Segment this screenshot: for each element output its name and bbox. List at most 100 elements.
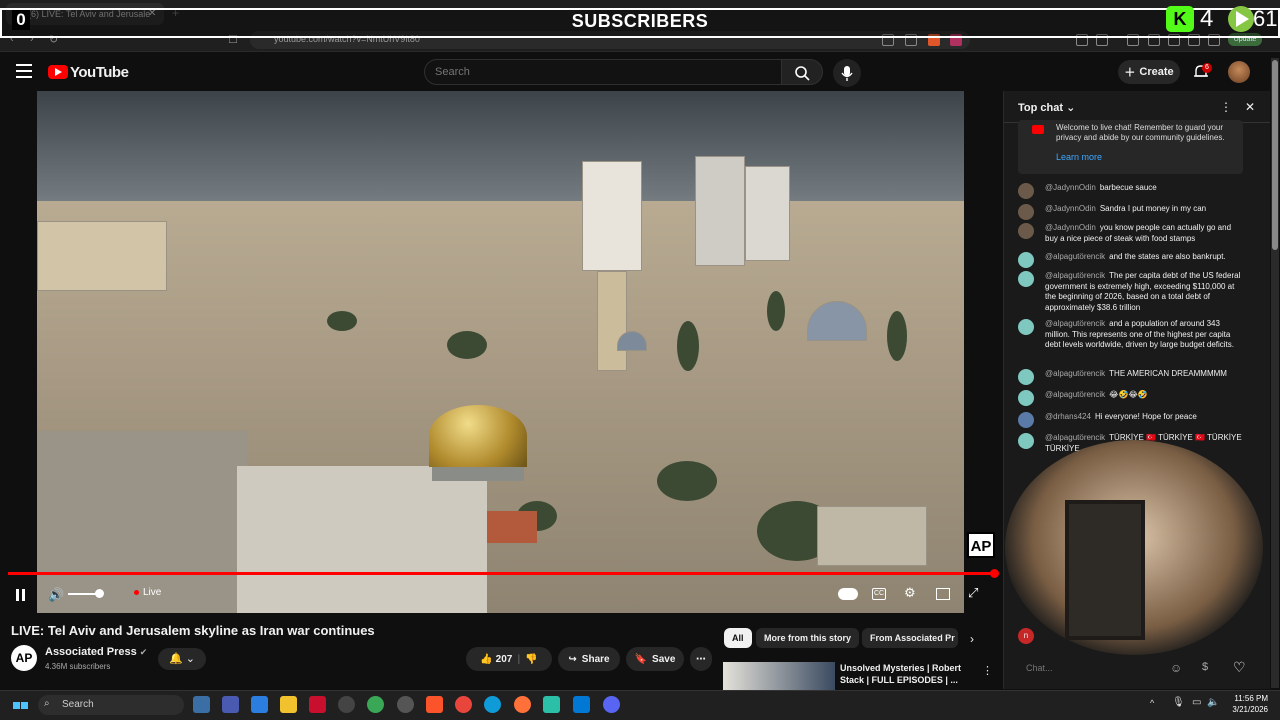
file-explorer-icon[interactable] [280,696,297,713]
chat-text: Hi everyone! Hope for peace [1094,412,1197,421]
firefox-icon[interactable] [514,696,531,713]
chat-avatar [1018,271,1034,287]
thumbs-up-icon: 👍 [480,653,493,665]
chat-author[interactable]: @alpagutörencik [1045,319,1105,328]
more-actions-button[interactable]: ⋯ [690,647,712,671]
chat-author[interactable]: @alpagutörencik [1045,271,1105,280]
pause-icon [16,589,19,601]
speaker-icon[interactable]: 🔈 [1207,697,1219,708]
verified-icon: ✔ [139,647,148,657]
chip-from-associated-press[interactable]: From Associated Pr [862,628,958,648]
recommendation-menu-icon[interactable]: ⋮ [982,664,993,677]
chat-menu-icon[interactable]: ⋮ [1220,100,1232,114]
subscriber-text: 4.36M subscribers [45,662,111,671]
chat-mode-dropdown[interactable]: Top chat ⌄ [1018,101,1075,114]
tray-chevron-icon[interactable]: ^ [1150,698,1154,708]
ap-watermark-logo: AP [967,532,995,558]
microphone-icon[interactable]: 🎙 [1172,697,1185,708]
chat-author[interactable]: @drhans424 [1045,412,1091,421]
edge-icon[interactable] [484,696,501,713]
channel-avatar[interactable]: AP [11,645,37,671]
heart-icon[interactable]: ♡ [1233,659,1246,676]
kick-count: 4 [1200,5,1214,32]
chat-author[interactable]: @alpagutörencik [1045,433,1105,442]
discord-icon[interactable] [603,696,620,713]
recommendation-title[interactable]: Unsolved Mysteries | Robert Stack | FULL… [840,662,970,686]
progress-scrubber[interactable] [990,569,999,578]
live-badge[interactable]: Live [134,587,161,598]
search-input[interactable] [424,59,782,85]
share-button[interactable]: ↪ Share [558,647,620,671]
taskbar-search[interactable]: Search [38,695,184,715]
settings-gear-icon[interactable]: ⚙ [904,585,918,600]
taskbar-clock[interactable]: 11:56 PM 3/21/2026 [1222,693,1268,715]
chat-message: @alpagutörencik The per capita debt of th… [1018,271,1243,313]
miniplayer-icon[interactable] [936,588,950,600]
chevron-right-icon[interactable]: › [970,632,974,646]
taskbar-app-icon[interactable] [309,696,326,713]
chat-text: THE AMERICAN DREAMMMMM [1109,369,1227,378]
autoplay-toggle[interactable] [838,588,858,600]
chat-avatar [1018,390,1034,406]
chrome-icon[interactable] [455,696,472,713]
create-button[interactable]: ＋ Create [1118,60,1180,84]
chat-author[interactable]: @alpagutörencik [1045,369,1105,378]
chat-author[interactable]: @alpagutörencik [1045,252,1105,261]
taskbar-app-icon[interactable] [222,696,239,713]
youtube-wordmark[interactable]: YouTube [70,64,129,81]
save-button[interactable]: 🔖 Save [626,647,684,671]
volume-icon[interactable]: 🔊 [48,587,64,603]
emoji-icon[interactable]: ☺ [1170,661,1182,675]
avatar[interactable] [1228,61,1250,83]
live-dot-icon [134,590,139,595]
volume-knob[interactable] [95,589,104,598]
fullscreen-icon[interactable]: ⤢ [968,585,982,600]
clock-time: 11:56 PM [1234,694,1268,703]
chat-author[interactable]: @JadynnOdin [1045,223,1096,232]
chat-message: @alpagutörencik 😂🤣😂🤣 [1018,390,1243,406]
create-label: Create [1139,66,1174,78]
chat-avatar [1018,204,1034,220]
brave-browser-icon[interactable] [426,696,443,713]
taskbar-app-icon[interactable] [543,696,560,713]
search-icon [795,66,810,81]
dislike-button[interactable]: 👎 [525,654,537,665]
taskbar-app-icon[interactable] [367,696,384,713]
progress-bar[interactable] [8,572,996,575]
windows-start-icon[interactable] [13,697,29,713]
network-icon[interactable]: ▭ [1192,697,1201,708]
taskbar-app-icon[interactable] [251,696,268,713]
chat-author[interactable]: @JadynnOdin [1045,183,1096,192]
chat-author[interactable]: @alpagutörencik [1045,390,1105,399]
chip-all[interactable]: All [724,628,752,648]
taskbar-app-icon[interactable] [338,696,355,713]
scrollbar-thumb[interactable] [1272,60,1278,250]
channel-name-text: Associated Press [45,646,137,658]
chat-avatar [1018,369,1034,385]
video-player[interactable] [37,91,964,613]
live-label: Live [143,587,162,598]
captions-icon[interactable]: CC [872,588,886,600]
taskbar-app-icon[interactable] [193,696,210,713]
like-button[interactable]: 👍 207 [480,654,512,665]
taskbar-app-icon[interactable] [397,696,414,713]
chat-text: 😂🤣😂🤣 [1109,390,1148,399]
chat-input[interactable] [1018,656,1188,680]
save-label: Save [652,653,676,665]
webcam-shelf [1065,500,1145,640]
search-button[interactable] [781,59,823,85]
super-chat-icon[interactable]: $ [1202,661,1208,673]
close-icon[interactable]: ✕ [1245,100,1255,114]
vscode-icon[interactable] [573,696,590,713]
chip-more-from-story[interactable]: More from this story [756,628,860,648]
chat-message: @alpagutörencik and a population of aroun… [1018,319,1243,351]
learn-more-link[interactable]: Learn more [1056,152,1102,162]
channel-name[interactable]: Associated Press ✔ [45,646,147,658]
recommendation-thumbnail[interactable] [723,662,835,690]
pause-button[interactable] [16,588,28,601]
menu-icon[interactable] [16,64,32,78]
overlay-title: SUBSCRIBERS [571,11,709,31]
voice-search-button[interactable] [833,59,861,87]
subscription-bell-button[interactable]: 🔔 ⌄ [158,648,206,670]
chat-author[interactable]: @JadynnOdin [1045,204,1096,213]
